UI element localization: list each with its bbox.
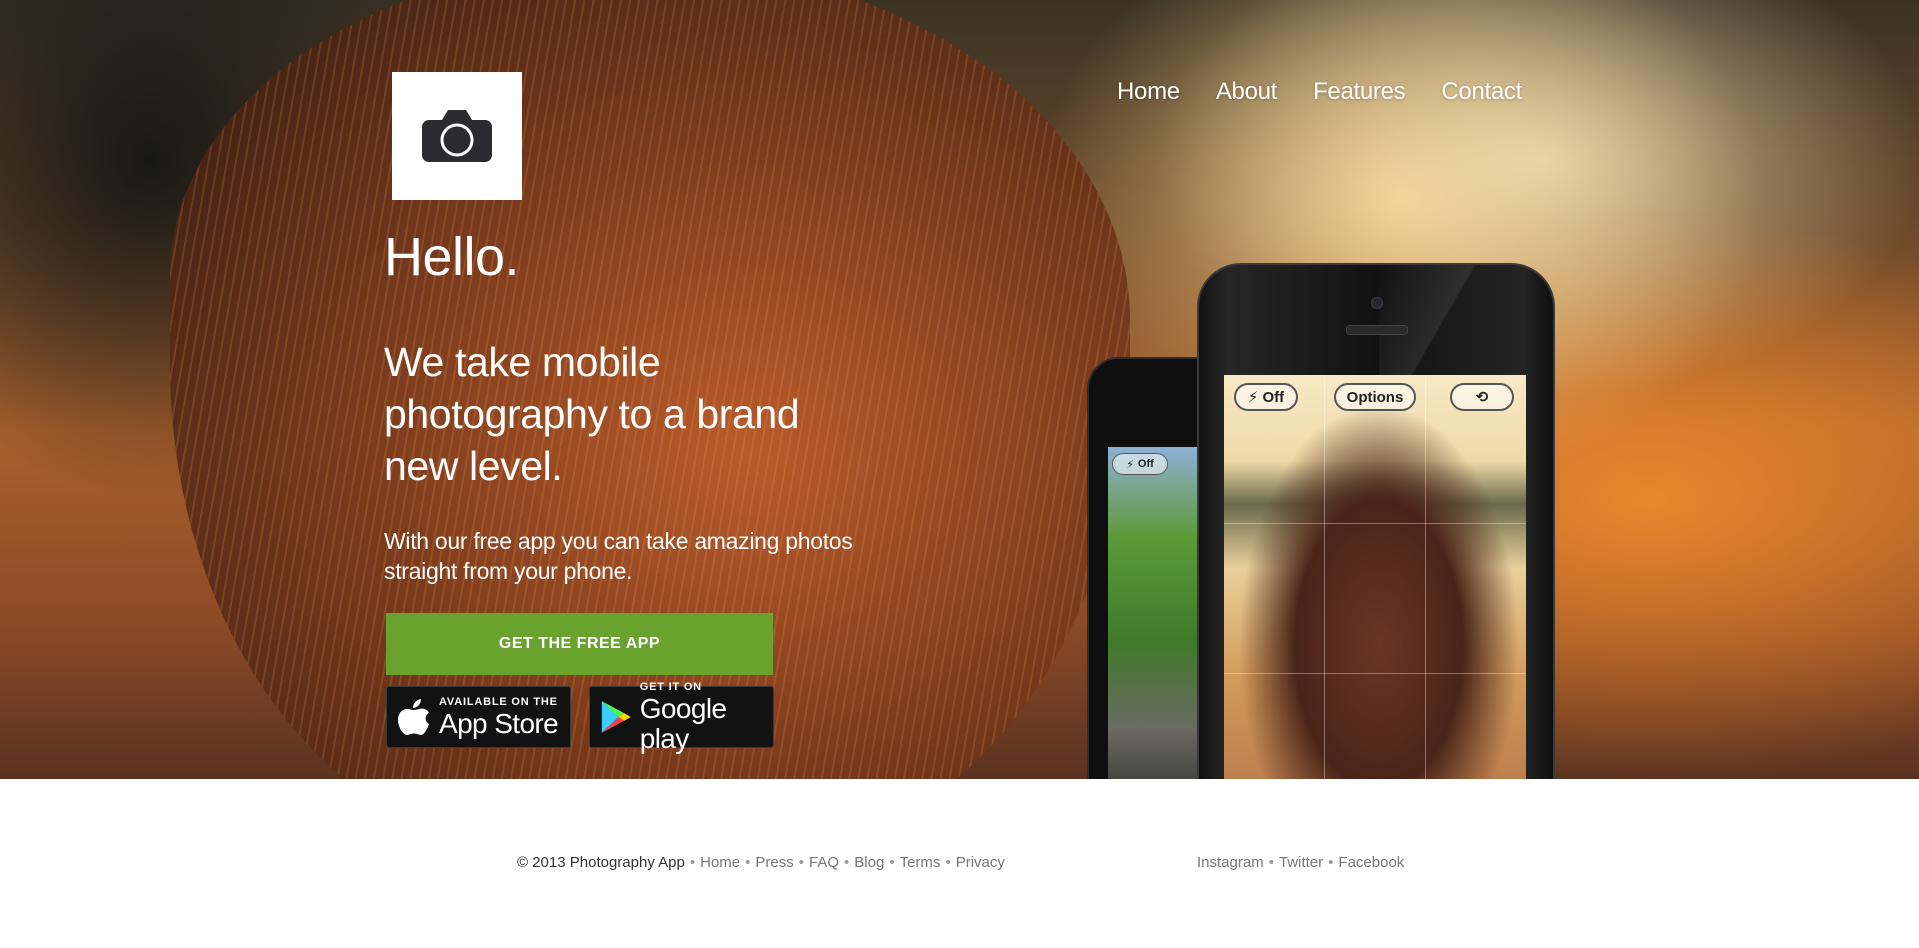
grid-line-vertical xyxy=(1324,375,1325,779)
separator: • xyxy=(889,854,895,871)
social-link-facebook[interactable]: Facebook xyxy=(1338,854,1404,871)
footer-links: © 2013 Photography App • Home • Press • FAQ • Bl… xyxy=(517,854,1005,871)
front-camera-dot xyxy=(1371,297,1383,309)
separator: • xyxy=(844,854,850,871)
phone-glare xyxy=(1379,265,1553,375)
separator: • xyxy=(1328,854,1334,871)
main-nav: Home About Features Contact xyxy=(1117,78,1522,106)
phone-front-mockup: ⚡ Off Options ⟲ xyxy=(1197,263,1555,779)
footer-link-privacy[interactable]: Privacy xyxy=(956,854,1005,871)
hero-section: Home About Features Contact Hello. We ta… xyxy=(0,0,1919,779)
logo[interactable] xyxy=(392,72,522,200)
social-link-twitter[interactable]: Twitter xyxy=(1279,854,1323,871)
grid-line-horizontal xyxy=(1224,523,1526,524)
phone-speaker xyxy=(1346,325,1408,335)
options-pill: Options xyxy=(1334,383,1416,411)
footer-link-terms[interactable]: Terms xyxy=(900,854,941,871)
separator: • xyxy=(745,854,751,871)
google-play-badge[interactable]: GET IT ON Google play xyxy=(589,681,774,753)
flash-icon: ⚡ xyxy=(1126,458,1134,471)
nav-features[interactable]: Features xyxy=(1313,78,1406,106)
app-store-badge[interactable]: AVAILABLE ON THE App Store xyxy=(386,686,571,748)
back-flash-label: Off xyxy=(1137,458,1154,470)
back-flash-pill: ⚡ Off xyxy=(1112,453,1168,475)
apple-icon xyxy=(398,699,429,735)
get-free-app-button[interactable]: GET THE FREE APP xyxy=(386,613,773,675)
google-play-icon xyxy=(601,701,631,733)
footer-link-faq[interactable]: FAQ xyxy=(809,854,839,871)
phone-front-screen: ⚡ Off Options ⟲ xyxy=(1224,375,1526,779)
switch-camera-icon: ⟲ xyxy=(1475,389,1489,406)
separator: • xyxy=(798,854,805,871)
grid-line-vertical xyxy=(1425,375,1426,779)
copyright-text: © 2013 Photography App xyxy=(517,854,685,871)
footer-link-blog[interactable]: Blog xyxy=(854,854,884,871)
hero-subtext: With our free app you can take amazing p… xyxy=(384,528,853,584)
social-link-instagram[interactable]: Instagram xyxy=(1197,854,1264,871)
hero-tagline: We take mobile photography to a brand ne… xyxy=(384,339,800,489)
google-play-big-text: Google play xyxy=(639,692,727,754)
flash-toggle-pill: ⚡ Off xyxy=(1234,383,1298,411)
camera-icon xyxy=(422,110,492,162)
nav-about[interactable]: About xyxy=(1216,78,1278,106)
nav-contact[interactable]: Contact xyxy=(1441,78,1522,106)
app-store-small-text: AVAILABLE ON THE xyxy=(439,695,558,708)
footer-link-press[interactable]: Press xyxy=(755,854,793,871)
app-store-big-text: App Store xyxy=(439,707,559,739)
footer-link-home[interactable]: Home xyxy=(700,854,740,871)
grid-line-horizontal xyxy=(1224,673,1526,674)
separator: • xyxy=(689,854,696,871)
separator: • xyxy=(945,854,951,871)
flash-icon: ⚡ xyxy=(1247,389,1259,406)
footer-social: Instagram • Twitter • Facebook xyxy=(1197,854,1404,871)
google-play-small-text: GET IT ON xyxy=(639,680,702,693)
separator: • xyxy=(1268,854,1274,871)
hero-greeting: Hello. xyxy=(384,227,520,287)
flash-label: Off xyxy=(1262,388,1285,406)
nav-home[interactable]: Home xyxy=(1117,78,1180,106)
switch-camera-pill: ⟲ xyxy=(1450,383,1514,411)
